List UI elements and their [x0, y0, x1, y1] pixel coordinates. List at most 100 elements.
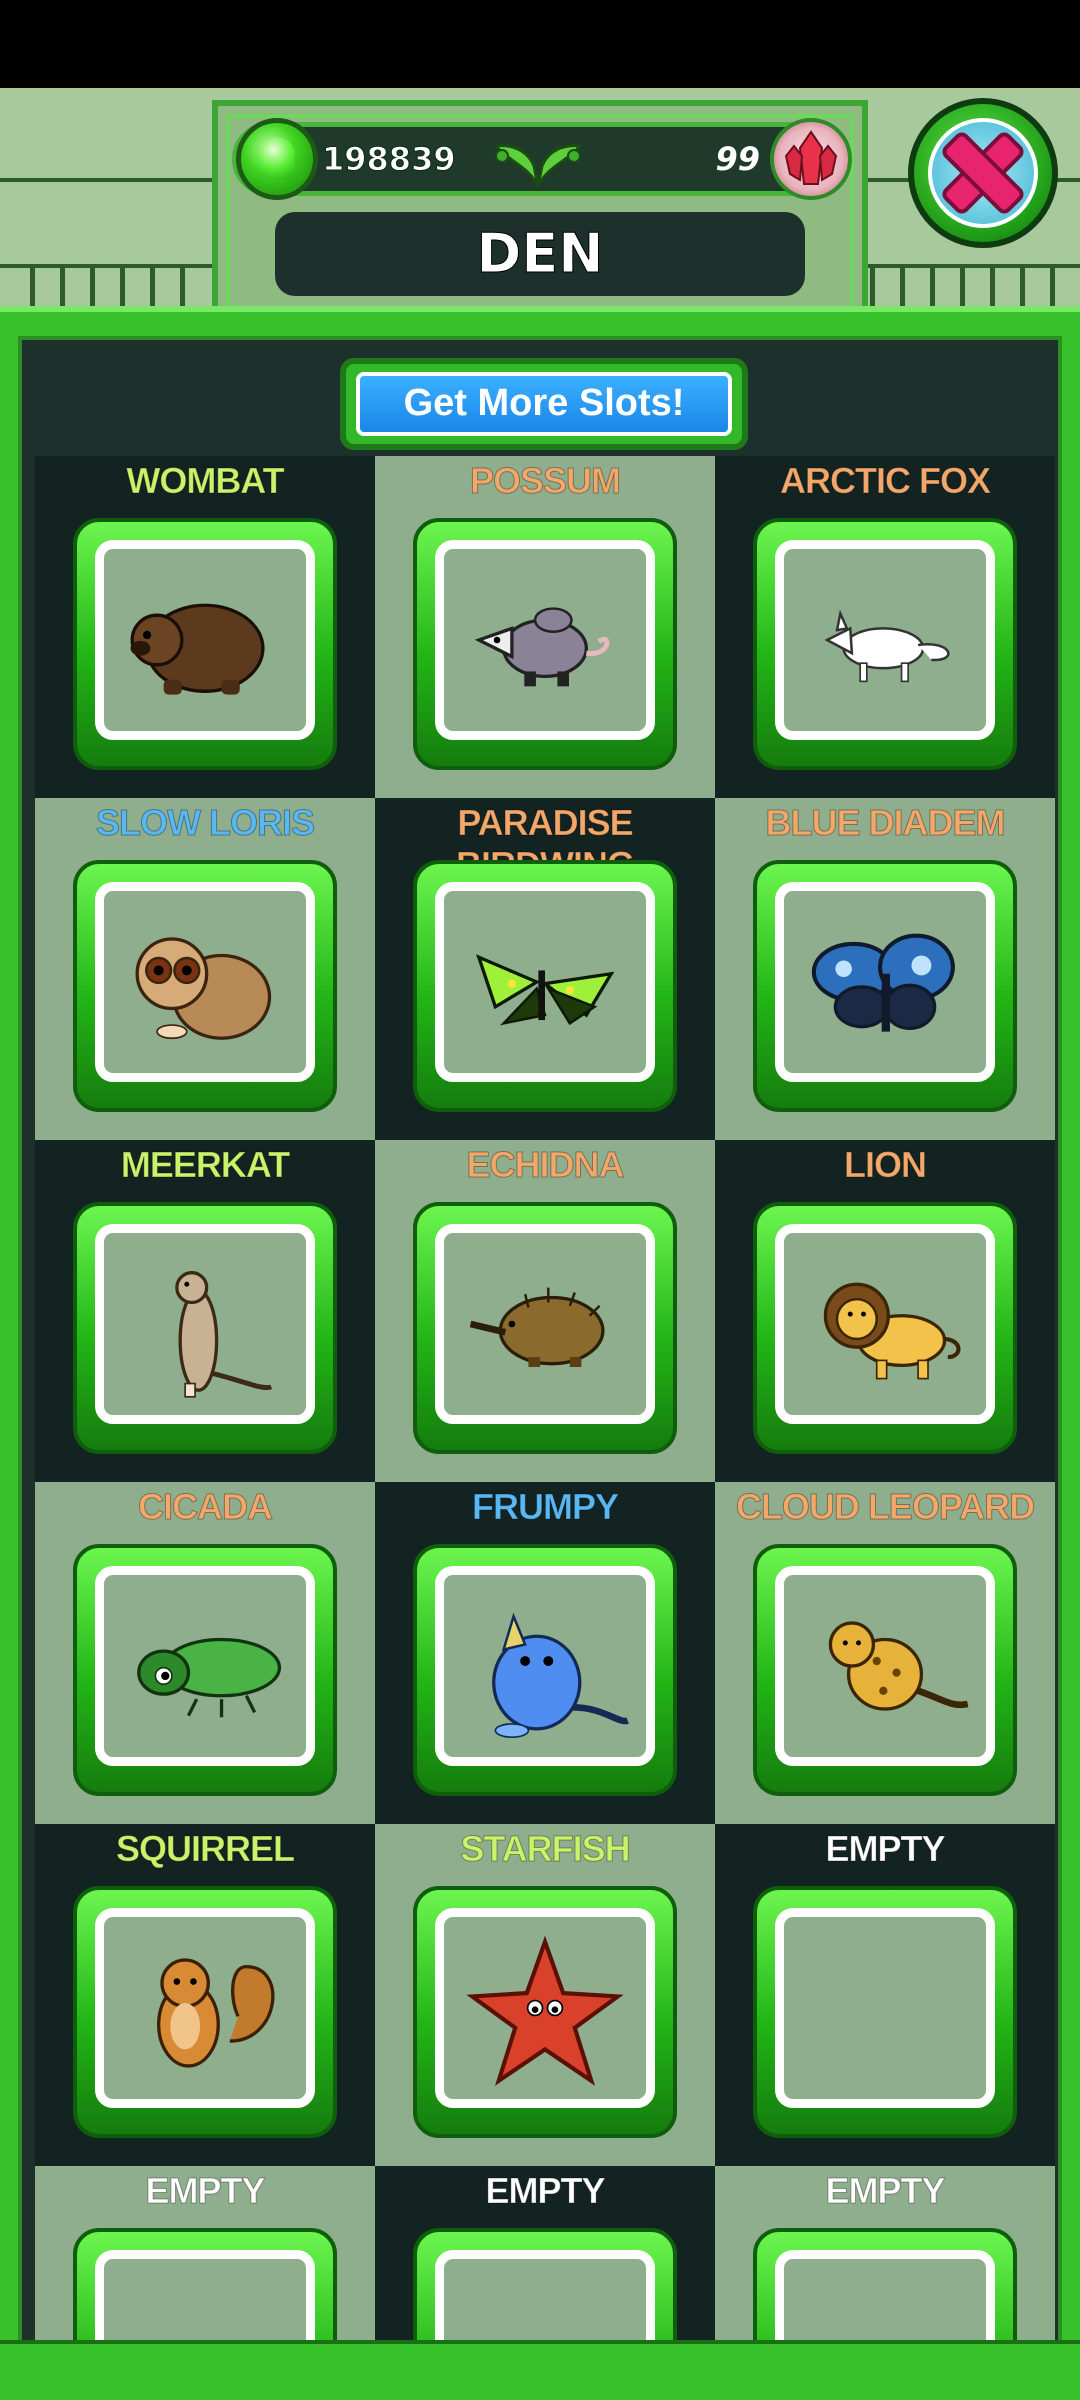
den-slot-cell: STARFISH	[375, 1824, 715, 2166]
den-slot-cell: FRUMPY	[375, 1482, 715, 1824]
den-slot-cell: MEERKAT	[35, 1140, 375, 1482]
creature-name: FRUMPY	[472, 1486, 620, 1528]
slot-face	[435, 1908, 655, 2108]
creature-name: SQUIRREL	[115, 1828, 295, 1870]
fence-post	[930, 264, 935, 308]
slot-face	[435, 1566, 655, 1766]
creature-name: MEERKAT	[120, 1144, 290, 1186]
creature-slot-button[interactable]	[413, 1886, 677, 2138]
blue-diadem-butterfly-icon	[811, 933, 955, 1032]
gem-count: 198839	[322, 140, 457, 179]
fence-post	[60, 264, 65, 308]
wombat-icon	[130, 603, 265, 695]
fence-post	[870, 264, 875, 308]
slot-face	[95, 1908, 315, 2108]
creature-name: STARFISH	[460, 1828, 631, 1870]
slot-face	[775, 882, 995, 1082]
creature-slot-button[interactable]	[73, 1202, 337, 1454]
fence-post	[120, 264, 125, 308]
den-slot-cell: CICADA	[35, 1482, 375, 1824]
creature-slot-button[interactable]	[413, 518, 677, 770]
fence-post	[960, 264, 965, 308]
creature-name: LION	[844, 1144, 928, 1186]
creature-slot-button[interactable]	[73, 1544, 337, 1796]
den-slot-cell: EMPTY	[715, 1824, 1055, 2166]
slot-face	[95, 1224, 315, 1424]
fence-post	[900, 264, 905, 308]
cloud-leopard-icon	[828, 1621, 969, 1711]
frumpy-icon	[492, 1612, 629, 1738]
slot-face	[435, 1224, 655, 1424]
arctic-fox-icon	[824, 609, 950, 683]
creature-name: ECHIDNA	[466, 1144, 625, 1186]
creature-name: EMPTY	[145, 2170, 266, 2212]
creature-slot-button[interactable]	[753, 860, 1017, 1112]
den-slot-cell: LION	[715, 1140, 1055, 1482]
cicada-icon	[137, 1637, 282, 1718]
slot-face	[435, 882, 655, 1082]
crystal-count: 99	[715, 140, 760, 178]
slot-face	[95, 540, 315, 740]
creature-name: EMPTY	[825, 1828, 946, 1870]
get-more-slots-button[interactable]: Get More Slots!	[340, 358, 748, 450]
creature-slot-button[interactable]	[73, 1886, 337, 2138]
red-crystal-icon	[770, 118, 852, 200]
den-slot-cell: SLOW LORIS	[35, 798, 375, 1140]
den-slot-cell: ECHIDNA	[375, 1140, 715, 1482]
creature-slot-button[interactable]	[413, 860, 677, 1112]
den-slot-cell: BLUE DIADEM	[715, 798, 1055, 1140]
creature-name: POSSUM	[469, 460, 621, 502]
fence-post	[30, 264, 35, 308]
creature-slot-button[interactable]	[413, 1202, 677, 1454]
slow-loris-icon	[135, 937, 272, 1040]
fence-post	[180, 264, 185, 308]
empty-slot-button[interactable]	[753, 1886, 1017, 2138]
fence-post	[1050, 264, 1055, 308]
den-slot-cell: ARCTIC FOX	[715, 456, 1055, 798]
slot-face	[435, 540, 655, 740]
slot-face	[775, 1566, 995, 1766]
meerkat-icon	[175, 1271, 273, 1398]
creature-slot-button[interactable]	[753, 1202, 1017, 1454]
creature-name: BLUE DIADEM	[765, 802, 1006, 844]
den-slot-cell: WOMBAT	[35, 456, 375, 798]
den-slot-cell: POSSUM	[375, 456, 715, 798]
creature-slot-button[interactable]	[753, 1544, 1017, 1796]
get-more-slots-label: Get More Slots!	[356, 372, 732, 436]
creature-name: SLOW LORIS	[96, 802, 316, 844]
echidna-icon	[469, 1287, 605, 1368]
fence-post	[1020, 264, 1025, 308]
creature-name: CICADA	[138, 1486, 274, 1528]
creature-slot-button[interactable]	[73, 860, 337, 1112]
slot-face	[95, 882, 315, 1082]
status-bar	[0, 0, 1080, 88]
close-button[interactable]	[908, 98, 1058, 248]
birdwing-butterfly-icon	[476, 954, 615, 1026]
creature-slot-button[interactable]	[753, 518, 1017, 770]
fence-post	[990, 264, 995, 308]
slot-face	[95, 1566, 315, 1766]
creature-name: CLOUD LEOPARD	[735, 1486, 1035, 1528]
creature-name: WOMBAT	[126, 460, 285, 502]
den-slot-cell: CLOUD LEOPARD	[715, 1482, 1055, 1824]
panel-bottom-border	[0, 2340, 1080, 2400]
lion-icon	[823, 1282, 961, 1380]
green-gem-icon	[236, 118, 318, 200]
fence-post	[150, 264, 155, 308]
possum-icon	[474, 607, 610, 687]
creature-slot-button[interactable]	[73, 518, 337, 770]
fence-post	[90, 264, 95, 308]
den-slot-cell: SQUIRREL	[35, 1824, 375, 2166]
creature-name: ARCTIC FOX	[780, 460, 992, 502]
starfish-icon	[466, 1935, 624, 2086]
leaf-ornament-icon	[493, 144, 583, 187]
creature-name: EMPTY	[485, 2170, 606, 2212]
close-icon	[942, 132, 1024, 214]
den-slot-cell: PARADISE BIRDWING	[375, 798, 715, 1140]
slot-face	[775, 1908, 995, 2108]
creature-slot-button[interactable]	[413, 1544, 677, 1796]
den-title: DEN	[275, 212, 805, 296]
creature-name: EMPTY	[825, 2170, 946, 2212]
slot-face	[775, 540, 995, 740]
squirrel-icon	[157, 1958, 275, 2068]
